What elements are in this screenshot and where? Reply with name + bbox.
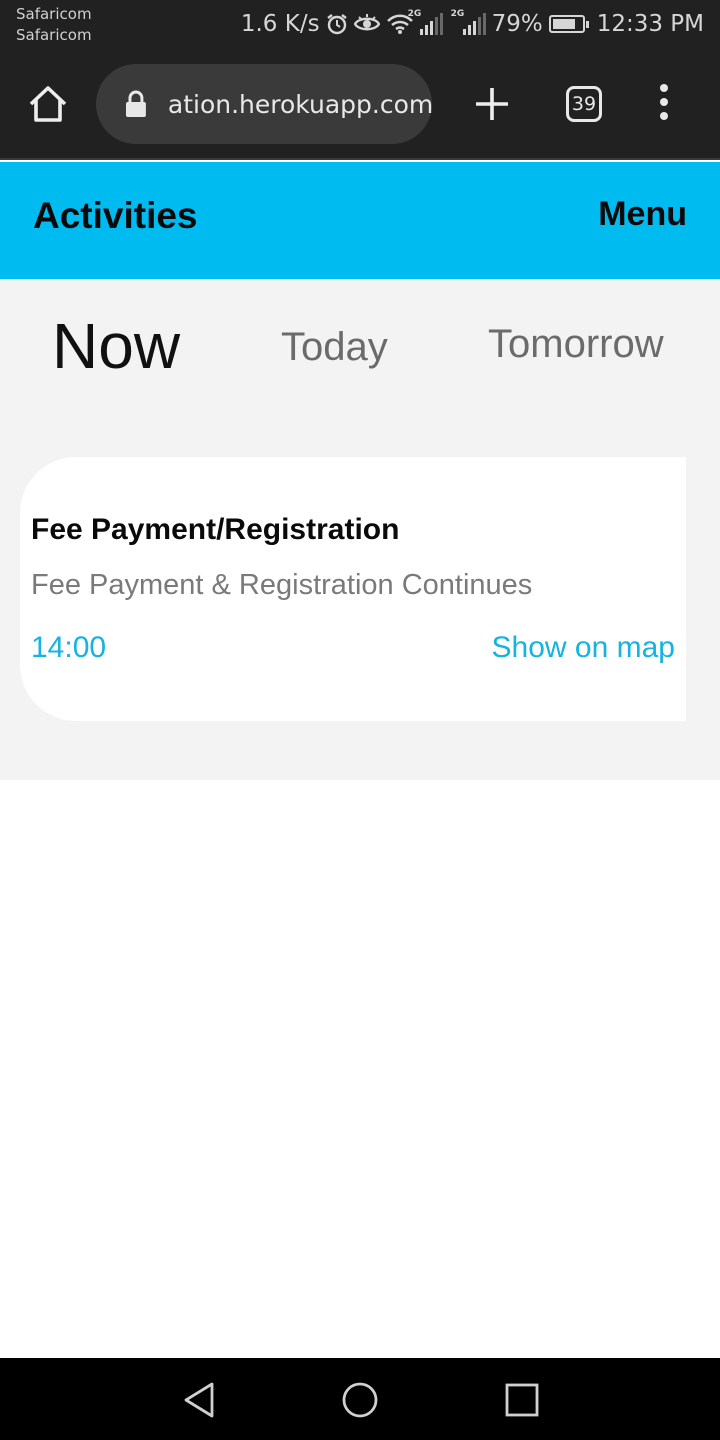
eye-icon: [353, 14, 380, 31]
signal-icon: 2G: [451, 9, 486, 35]
carrier-1: Safaricom: [16, 5, 92, 23]
net-speed: 1.6 K/s: [240, 11, 320, 37]
page-title: Activities: [33, 195, 198, 236]
network-type-2: 2G: [450, 9, 465, 19]
activity-description: Fee Payment & Registration Continues: [31, 569, 533, 601]
plus-icon[interactable]: [472, 84, 512, 124]
battery-icon: [548, 15, 589, 33]
lock-icon: [125, 90, 146, 117]
home-circle-icon[interactable]: [340, 1380, 380, 1420]
tab-today[interactable]: Today: [281, 325, 388, 370]
battery-percent: 79%: [491, 11, 543, 37]
tab-tomorrow[interactable]: Tomorrow: [488, 322, 664, 367]
tab-now[interactable]: Now: [52, 309, 180, 383]
recents-icon[interactable]: [502, 1380, 542, 1420]
carrier-2: Safaricom: [16, 26, 92, 44]
app-header: Activities Menu: [0, 162, 720, 279]
activity-time: 14:00: [31, 631, 107, 664]
signal-icon: 2G: [408, 9, 443, 35]
show-on-map-link[interactable]: Show on map: [492, 631, 675, 665]
url-text: ation.herokuapp.com: [167, 89, 432, 119]
tab-switcher-button[interactable]: 39: [566, 86, 602, 122]
activities-content: Now Today Tomorrow Fee Payment/Registrat…: [0, 279, 720, 780]
carrier-names: Safaricom Safaricom: [16, 4, 92, 46]
system-nav-bar: [0, 1358, 720, 1440]
activity-card: Fee Payment/Registration Fee Payment & R…: [20, 457, 686, 721]
status-indicators: 1.6 K/s 2G 2G 79% 12:33 PM: [241, 8, 704, 40]
activity-title: Fee Payment/Registration: [31, 513, 400, 546]
more-icon[interactable]: [652, 84, 676, 124]
url-bar[interactable]: ation.herokuapp.com: [96, 64, 432, 144]
status-bar: Safaricom Safaricom 1.6 K/s 2G 2G 79% 12…: [0, 0, 720, 48]
clock: 12:33 PM: [596, 11, 704, 37]
back-icon[interactable]: [180, 1380, 220, 1420]
network-type-1: 2G: [407, 9, 422, 19]
home-icon[interactable]: [26, 82, 70, 126]
menu-button[interactable]: Menu: [598, 195, 687, 234]
browser-toolbar: ation.herokuapp.com 39: [0, 48, 720, 160]
alarm-icon: [326, 14, 347, 35]
